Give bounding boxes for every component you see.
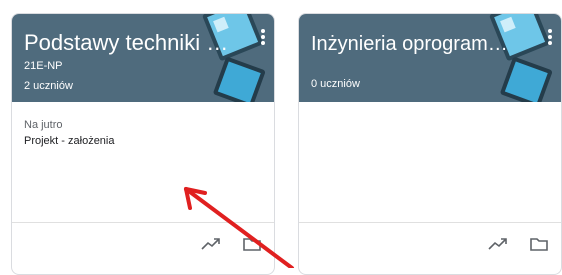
due-heading: Na jutro <box>24 119 63 131</box>
more-vert-icon[interactable] <box>260 28 266 46</box>
class-section: 21E-NP <box>24 60 63 72</box>
class-title[interactable]: Inżynieria oprogramo… <box>311 33 511 56</box>
class-card-body <box>299 102 561 222</box>
folder-icon[interactable] <box>243 237 261 251</box>
class-title[interactable]: Podstawy techniki mi… <box>24 30 229 56</box>
class-card-banner[interactable]: Inżynieria oprogramo… 0 uczniów <box>299 14 561 102</box>
class-card-body: Na jutro Projekt - założenia <box>12 102 274 222</box>
class-card-footer <box>299 222 561 274</box>
class-card-banner[interactable]: Podstawy techniki mi… 21E-NP 2 uczniów <box>12 14 274 102</box>
trending-up-icon[interactable] <box>488 237 508 251</box>
class-card[interactable]: Podstawy techniki mi… 21E-NP 2 uczniów N… <box>11 13 275 275</box>
trending-up-icon[interactable] <box>201 237 221 251</box>
class-card-footer <box>12 222 274 274</box>
assignment-link[interactable]: Projekt - założenia <box>24 135 115 147</box>
student-count: 0 uczniów <box>311 78 360 90</box>
folder-icon[interactable] <box>530 237 548 251</box>
student-count: 2 uczniów <box>24 80 73 92</box>
more-vert-icon[interactable] <box>547 28 553 46</box>
class-card[interactable]: Inżynieria oprogramo… 0 uczniów <box>298 13 562 275</box>
